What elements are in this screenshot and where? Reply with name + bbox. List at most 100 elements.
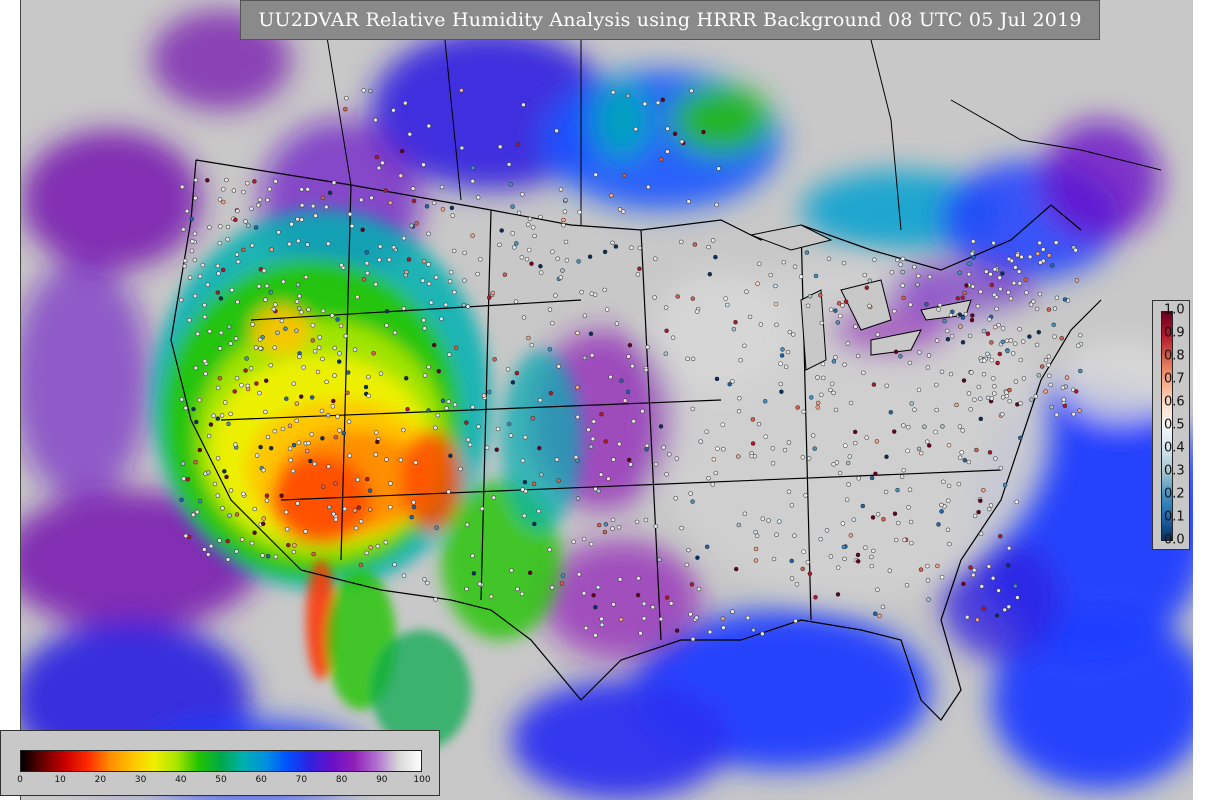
station-dot [755, 281, 760, 286]
station-dot [325, 413, 331, 418]
station-dot [179, 297, 184, 303]
station-dot [388, 200, 393, 206]
station-dot [917, 350, 922, 355]
station-dot [377, 244, 383, 249]
station-dot [470, 233, 475, 238]
station-dot [990, 575, 996, 581]
station-dot [550, 249, 555, 254]
station-dot [744, 289, 749, 294]
station-dot [257, 390, 262, 396]
station-dot [818, 292, 823, 298]
station-dot [766, 518, 771, 523]
station-dot [710, 238, 716, 243]
station-dot [207, 329, 212, 334]
station-dot [588, 444, 594, 449]
station-dot [653, 256, 658, 261]
station-dot [643, 517, 649, 523]
station-dot [226, 324, 232, 330]
station-dot [692, 242, 698, 247]
station-dot [707, 271, 713, 277]
station-dot [225, 557, 231, 562]
station-dot [299, 217, 304, 222]
station-dot [433, 597, 438, 602]
station-dot [1060, 385, 1066, 390]
station-dot [845, 341, 851, 346]
station-dot [520, 487, 525, 492]
station-dot [191, 406, 196, 412]
station-dot [826, 256, 832, 262]
station-dot [660, 97, 666, 103]
station-dot [918, 567, 924, 572]
station-dot [336, 359, 342, 364]
station-dot [481, 393, 487, 398]
station-dot [222, 400, 228, 405]
station-dot [936, 307, 941, 312]
station-dot [908, 302, 913, 307]
station-dot [547, 307, 553, 312]
station-dot [409, 223, 414, 228]
station-dot [731, 326, 737, 332]
station-dot [688, 491, 693, 496]
station-dot [218, 296, 224, 301]
station-dot [985, 351, 990, 357]
station-dot [296, 440, 302, 445]
station-dot [421, 318, 426, 323]
station-dot [851, 517, 857, 522]
station-dot [643, 367, 649, 373]
station-tick-label: 0.8 [1164, 348, 1185, 364]
station-dot [593, 604, 598, 610]
station-dot [667, 452, 672, 457]
station-dot [603, 439, 608, 444]
station-dot [233, 217, 238, 223]
station-dot [222, 469, 227, 474]
station-dot [512, 245, 517, 250]
station-dot [202, 547, 207, 552]
station-dot [275, 330, 280, 335]
station-dot [924, 301, 929, 307]
station-dot [779, 353, 785, 358]
station-dot [183, 533, 189, 539]
station-dot [298, 394, 304, 399]
station-dot [465, 437, 471, 442]
station-dot [815, 405, 821, 410]
station-dot [265, 434, 271, 440]
station-dot [586, 427, 591, 432]
station-dot [263, 378, 269, 383]
station-dot [962, 290, 967, 296]
station-dot [491, 495, 497, 500]
station-dot [337, 428, 342, 433]
station-dot [961, 378, 967, 383]
station-dot [224, 474, 229, 480]
station-dot [295, 282, 301, 287]
station-dot [401, 573, 407, 578]
station-dot [610, 240, 615, 246]
station-dot [994, 306, 999, 312]
station-dot [181, 227, 186, 232]
station-dot [972, 567, 977, 573]
station-dot [715, 446, 720, 451]
station-dot [939, 502, 944, 508]
station-dot [635, 592, 641, 598]
station-dot [320, 356, 325, 362]
station-dot [197, 274, 203, 279]
station-dot [773, 283, 778, 289]
station-dot [305, 242, 310, 247]
station-dot [833, 308, 838, 313]
station-tick-label: 0.7 [1164, 371, 1185, 387]
rh-tick-label: 100 [413, 775, 431, 785]
station-dot [522, 513, 527, 519]
station-dot [801, 409, 806, 415]
station-dot [690, 499, 695, 504]
station-dot [554, 457, 560, 462]
station-dot [864, 285, 870, 290]
station-dot [1071, 411, 1076, 417]
station-dot [344, 95, 349, 101]
station-dot [329, 313, 335, 318]
station-dot [642, 101, 648, 107]
station-dot [301, 365, 306, 370]
station-dot [912, 407, 917, 412]
station-dot [272, 345, 277, 350]
station-dot [872, 257, 877, 262]
station-dot [627, 342, 633, 348]
station-dot [405, 406, 410, 412]
